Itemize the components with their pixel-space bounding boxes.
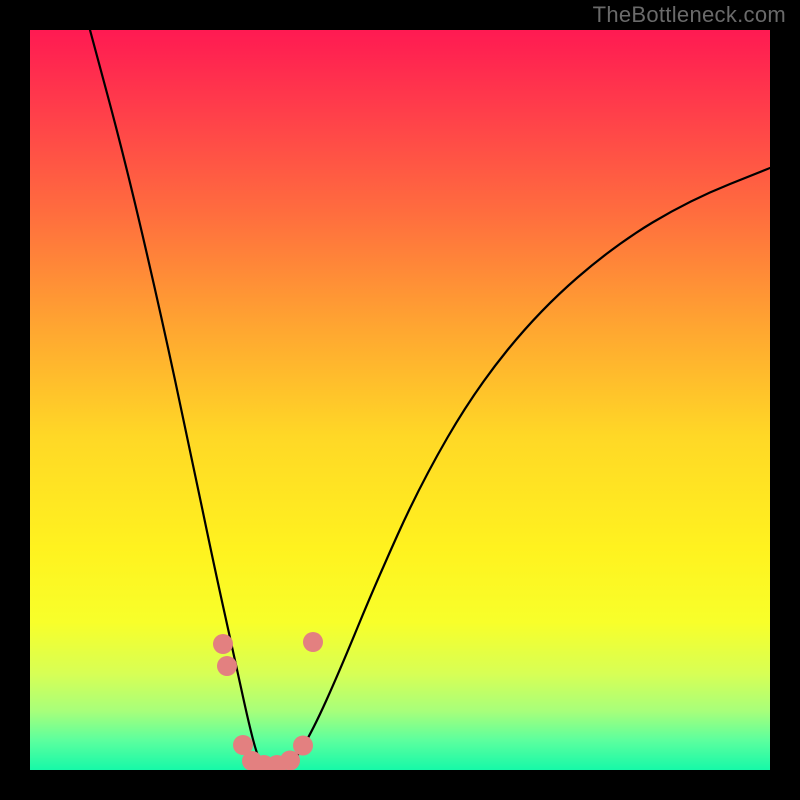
trough-marker — [242, 751, 262, 770]
trough-marker — [293, 736, 313, 756]
trough-marker — [303, 632, 323, 652]
plot-area — [30, 30, 770, 770]
trough-marker — [217, 656, 237, 676]
curve-svg — [30, 30, 770, 770]
chart-frame: TheBottleneck.com — [0, 0, 800, 800]
watermark-text: TheBottleneck.com — [593, 2, 786, 28]
trough-markers-group — [213, 632, 323, 770]
trough-marker — [280, 751, 300, 771]
trough-marker — [233, 735, 253, 755]
trough-marker — [213, 634, 233, 654]
trough-marker — [254, 755, 274, 770]
bottleneck-curve — [90, 30, 770, 769]
trough-marker — [267, 755, 287, 770]
